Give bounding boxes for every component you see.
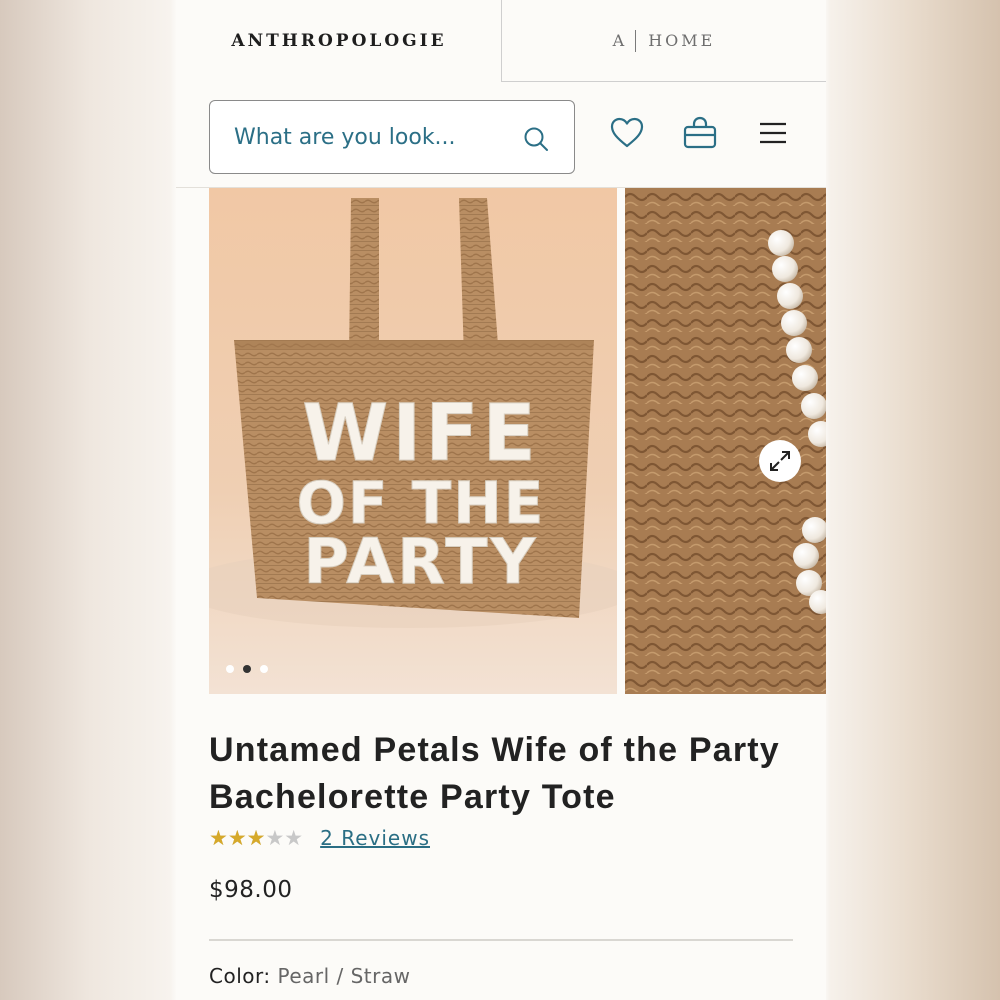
carousel-dot-active[interactable] [243,665,251,673]
carousel-dots [226,665,268,673]
search-input[interactable] [234,124,504,150]
brand-logo: ANTHROPOLOGIE [231,31,447,51]
color-selection: Color: Pearl / Straw [209,964,410,988]
product-page: ANTHROPOLOGIE A HOME What are you look..… [176,0,826,1000]
star-rating-filled: ★★★★★ [209,826,266,850]
search-icon[interactable] [522,125,550,153]
expand-icon [770,451,790,471]
product-gallery[interactable]: WIFE OF THE PARTY [209,188,826,694]
bag-lettering: WIFE OF THE PARTY [296,389,544,599]
brand-tabs: ANTHROPOLOGIE A HOME [176,0,826,82]
expand-image-button[interactable] [759,440,801,482]
color-value: Pearl / Straw [277,964,411,988]
menu-icon[interactable] [755,115,791,151]
svg-text:PARTY: PARTY [304,525,539,598]
home-label: HOME [648,31,716,50]
reviews-link[interactable]: 2 Reviews [320,826,430,850]
product-image-detail[interactable] [625,188,826,694]
section-divider [209,939,793,941]
home-mark: A [612,31,628,50]
product-title: Untamed Petals Wife of the Party Bachelo… [209,731,780,816]
tab-anthropologie[interactable]: ANTHROPOLOGIE [176,0,502,82]
straw-closeup-photo [625,188,826,694]
product-price: $98.00 [209,877,293,903]
shopping-bag-icon[interactable] [682,115,718,151]
tote-photo: WIFE OF THE PARTY [209,188,617,694]
product-rating: ★★★★★ ★★★★★ 2 Reviews [209,826,430,850]
heart-icon[interactable] [609,115,645,151]
color-label: Color: [209,964,271,988]
search-bar[interactable] [209,100,575,174]
star-rating: ★★★★★ ★★★★★ [209,826,303,850]
home-separator [635,29,637,52]
carousel-dot[interactable] [226,665,234,673]
product-image-main[interactable]: WIFE OF THE PARTY [209,188,617,694]
svg-text:WIFE: WIFE [302,389,540,479]
tab-a-home[interactable]: A HOME [501,0,826,82]
carousel-dot[interactable] [260,665,268,673]
